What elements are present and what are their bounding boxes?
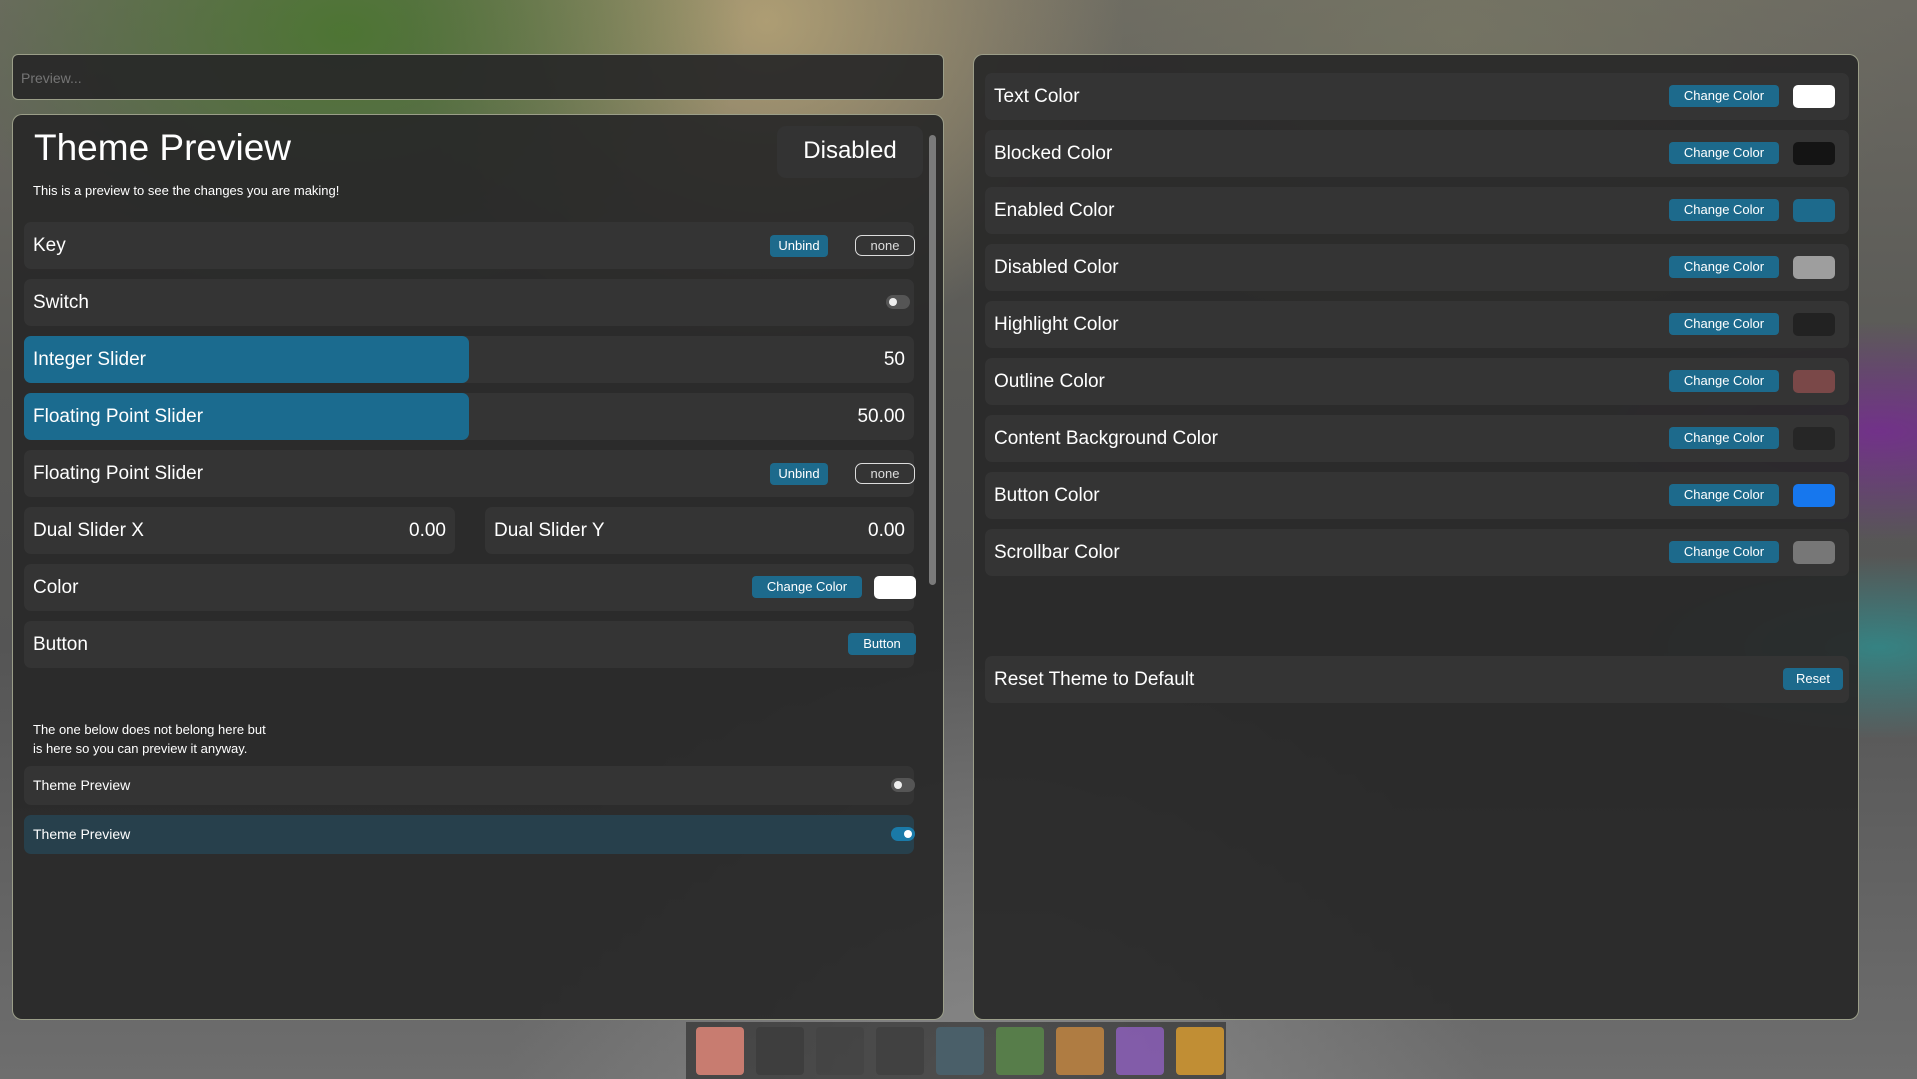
change-color-button[interactable]: Change Color xyxy=(752,576,862,598)
hotbar-slot xyxy=(1056,1027,1104,1075)
reset-label: Reset Theme to Default xyxy=(994,669,1195,690)
button-row: Button Button xyxy=(24,621,916,668)
theme-preview-label: Theme Preview xyxy=(33,826,131,842)
note-line-2: is here so you can preview it anyway. xyxy=(33,741,248,756)
theme-preview-toggle-row[interactable]: Theme Preview xyxy=(24,766,915,805)
toggle-knob xyxy=(904,830,912,838)
switch-toggle[interactable] xyxy=(886,295,910,309)
dual-slider-y-value: 0.00 xyxy=(868,520,905,541)
key-row: Key Unbind none xyxy=(24,222,915,269)
color-setting-label: Outline Color xyxy=(994,371,1105,392)
color-setting-label: Blocked Color xyxy=(994,143,1113,164)
color-setting-label: Highlight Color xyxy=(994,314,1119,335)
color-setting-label: Button Color xyxy=(994,485,1100,506)
dual-slider-y-label: Dual Slider Y xyxy=(494,520,605,541)
game-hotbar xyxy=(686,1022,1226,1079)
float-slider-bind-label: Floating Point Slider xyxy=(33,463,204,484)
change-color-button[interactable]: Change Color xyxy=(1669,199,1779,221)
keybind-button[interactable]: none xyxy=(855,235,915,256)
hotbar-slot xyxy=(936,1027,984,1075)
change-color-button[interactable]: Change Color xyxy=(1669,541,1779,563)
integer-slider[interactable]: Integer Slider 50 xyxy=(24,336,914,383)
reset-button[interactable]: Reset xyxy=(1783,668,1843,690)
color-swatch[interactable] xyxy=(1793,256,1835,279)
color-setting-row: Button Color Change Color xyxy=(985,472,1849,519)
hotbar-slot xyxy=(1116,1027,1164,1075)
color-setting-row: Scrollbar Color Change Color xyxy=(985,529,1849,576)
dual-slider-x[interactable]: Dual Slider X 0.00 xyxy=(24,507,455,554)
button-label: Button xyxy=(33,634,88,655)
unbind-button[interactable]: Unbind xyxy=(770,235,828,257)
color-setting-row: Outline Color Change Color xyxy=(985,358,1849,405)
hotbar-slot xyxy=(816,1027,864,1075)
search-input[interactable] xyxy=(19,65,923,91)
float-slider-label: Floating Point Slider xyxy=(33,406,204,427)
theme-preview-toggle-row-active[interactable]: Theme Preview xyxy=(24,815,915,854)
color-swatch[interactable] xyxy=(1793,199,1835,222)
change-color-button[interactable]: Change Color xyxy=(1669,427,1779,449)
page-subtitle: This is a preview to see the changes you… xyxy=(33,183,340,198)
color-setting-row: Disabled Color Change Color xyxy=(985,244,1849,291)
theme-preview-toggle[interactable] xyxy=(891,827,915,841)
theme-preview-label: Theme Preview xyxy=(33,777,131,793)
hotbar-slot xyxy=(696,1027,744,1075)
float-slider-keybind-row: Floating Point Slider Unbind none xyxy=(24,450,915,497)
theme-colors-panel: Text Color Change Color Blocked Color Ch… xyxy=(973,54,1859,1020)
keybind-button[interactable]: none xyxy=(855,463,915,484)
color-setting-label: Scrollbar Color xyxy=(994,542,1120,563)
color-setting-label: Disabled Color xyxy=(994,257,1119,278)
change-color-button[interactable]: Change Color xyxy=(1669,484,1779,506)
switch-row[interactable]: Switch xyxy=(24,279,914,326)
hotbar-slot xyxy=(1176,1027,1224,1075)
float-slider[interactable]: Floating Point Slider 50.00 xyxy=(24,393,914,440)
color-swatch[interactable] xyxy=(1793,313,1835,336)
note-line-1: The one below does not belong here but xyxy=(33,722,266,737)
toggle-knob xyxy=(889,298,897,306)
change-color-button[interactable]: Change Color xyxy=(1669,256,1779,278)
hotbar-slot xyxy=(996,1027,1044,1075)
hotbar-slot xyxy=(876,1027,924,1075)
status-badge[interactable]: Disabled xyxy=(777,126,923,178)
scrollbar[interactable] xyxy=(929,135,936,585)
theme-preview-toggle[interactable] xyxy=(891,778,915,792)
color-swatch[interactable] xyxy=(1793,484,1835,507)
theme-preview-panel: Theme Preview This is a preview to see t… xyxy=(12,114,944,1020)
color-setting-row: Text Color Change Color xyxy=(985,73,1849,120)
dual-slider-y[interactable]: Dual Slider Y 0.00 xyxy=(485,507,914,554)
preview-button[interactable]: Button xyxy=(848,633,916,655)
integer-slider-label: Integer Slider xyxy=(33,349,147,370)
change-color-button[interactable]: Change Color xyxy=(1669,313,1779,335)
color-swatch[interactable] xyxy=(1793,85,1835,108)
dual-slider-x-label: Dual Slider X xyxy=(33,520,144,541)
page-title: Theme Preview xyxy=(34,127,292,168)
color-row: Color Change Color xyxy=(24,564,916,611)
color-setting-row: Highlight Color Change Color xyxy=(985,301,1849,348)
color-swatch[interactable] xyxy=(1793,427,1835,450)
color-setting-row: Content Background Color Change Color xyxy=(985,415,1849,462)
change-color-button[interactable]: Change Color xyxy=(1669,370,1779,392)
color-swatch[interactable] xyxy=(1793,142,1835,165)
float-slider-value: 50.00 xyxy=(857,406,905,427)
switch-label: Switch xyxy=(33,292,89,313)
hotbar-slot xyxy=(756,1027,804,1075)
color-setting-row: Blocked Color Change Color xyxy=(985,130,1849,177)
unbind-button[interactable]: Unbind xyxy=(770,463,828,485)
search-bar xyxy=(12,54,944,100)
color-setting-row: Enabled Color Change Color xyxy=(985,187,1849,234)
color-swatch[interactable] xyxy=(1793,541,1835,564)
color-swatch[interactable] xyxy=(874,576,916,599)
dual-slider-x-value: 0.00 xyxy=(409,520,446,541)
change-color-button[interactable]: Change Color xyxy=(1669,85,1779,107)
integer-slider-value: 50 xyxy=(883,349,905,370)
toggle-knob xyxy=(894,781,902,789)
color-setting-label: Content Background Color xyxy=(994,428,1218,449)
color-setting-label: Text Color xyxy=(994,86,1080,107)
color-setting-label: Enabled Color xyxy=(994,200,1115,221)
change-color-button[interactable]: Change Color xyxy=(1669,142,1779,164)
reset-row: Reset Theme to Default Reset xyxy=(985,656,1849,703)
key-label: Key xyxy=(33,235,66,256)
color-swatch[interactable] xyxy=(1793,370,1835,393)
color-label: Color xyxy=(33,577,79,598)
